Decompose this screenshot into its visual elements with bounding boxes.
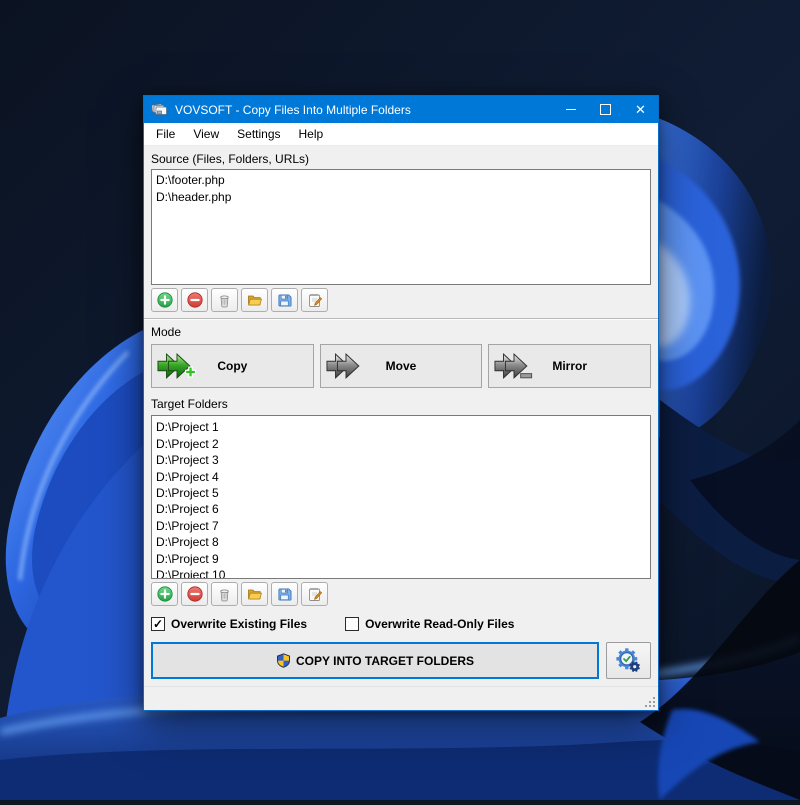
app-window: VOVSOFT - Copy Files Into Multiple Folde…	[143, 95, 659, 711]
target-folder-item[interactable]: D:\Project 10	[156, 567, 646, 579]
notepad-pencil-icon	[307, 586, 323, 602]
action-row: COPY INTO TARGET FOLDERS	[151, 642, 651, 679]
target-clear-button[interactable]	[211, 582, 238, 606]
mode-move-button[interactable]: Move	[320, 344, 483, 388]
maximize-icon	[600, 104, 611, 115]
overwrite-existing-option[interactable]: ✓ Overwrite Existing Files	[151, 617, 307, 631]
target-folder-item[interactable]: D:\Project 4	[156, 469, 646, 485]
target-toolbar	[151, 582, 651, 606]
folder-open-icon	[247, 292, 263, 308]
trash-icon	[217, 293, 232, 308]
target-open-button[interactable]	[241, 582, 268, 606]
trash-icon	[217, 587, 232, 602]
title-bar[interactable]: VOVSOFT - Copy Files Into Multiple Folde…	[144, 96, 658, 123]
target-folder-item[interactable]: D:\Project 6	[156, 501, 646, 517]
close-button[interactable]: ✕	[623, 96, 658, 123]
gear-clock-icon	[615, 647, 642, 674]
source-remove-button[interactable]	[181, 288, 208, 312]
client-area: Source (Files, Folders, URLs) D:\footer.…	[144, 146, 658, 679]
notepad-pencil-icon	[307, 292, 323, 308]
overwrite-existing-label: Overwrite Existing Files	[171, 617, 307, 631]
mirror-arrows-icon	[494, 351, 534, 381]
target-folder-item[interactable]: D:\Project 9	[156, 551, 646, 567]
target-folder-item[interactable]: D:\Project 2	[156, 436, 646, 452]
overwrite-existing-checkbox[interactable]: ✓	[151, 617, 165, 631]
section-divider	[144, 318, 658, 320]
target-folder-item[interactable]: D:\Project 3	[156, 452, 646, 468]
target-folder-item[interactable]: D:\Project 5	[156, 485, 646, 501]
source-label: Source (Files, Folders, URLs)	[151, 152, 651, 166]
minimize-icon	[566, 109, 576, 110]
mode-mirror-button[interactable]: Mirror	[488, 344, 651, 388]
scheduler-settings-button[interactable]	[606, 642, 651, 679]
checkmark-icon: ✓	[153, 618, 163, 630]
target-folder-item[interactable]: D:\Project 8	[156, 534, 646, 550]
menu-settings[interactable]: Settings	[228, 123, 289, 145]
overwrite-readonly-checkbox[interactable]	[345, 617, 359, 631]
menu-view[interactable]: View	[184, 123, 228, 145]
target-folders-label: Target Folders	[151, 397, 651, 411]
source-save-button[interactable]	[271, 288, 298, 312]
app-copy-stack-icon	[151, 102, 168, 117]
source-toolbar	[151, 288, 651, 312]
target-add-button[interactable]	[151, 582, 178, 606]
target-save-button[interactable]	[271, 582, 298, 606]
source-open-button[interactable]	[241, 288, 268, 312]
maximize-button[interactable]	[588, 96, 623, 123]
copy-arrows-icon	[157, 351, 197, 381]
plus-circle-icon	[157, 292, 173, 308]
menu-help[interactable]: Help	[290, 123, 333, 145]
overwrite-readonly-option[interactable]: Overwrite Read-Only Files	[345, 617, 514, 631]
target-folder-item[interactable]: D:\Project 7	[156, 518, 646, 534]
source-edit-button[interactable]	[301, 288, 328, 312]
source-clear-button[interactable]	[211, 288, 238, 312]
minus-circle-icon	[187, 586, 203, 602]
mode-button-group: Copy Move M	[151, 344, 651, 388]
floppy-disk-icon	[277, 293, 292, 308]
uac-shield-icon	[276, 653, 291, 668]
move-arrows-icon	[326, 351, 366, 381]
plus-circle-icon	[157, 586, 173, 602]
copy-into-target-folders-button[interactable]: COPY INTO TARGET FOLDERS	[151, 642, 599, 679]
close-icon: ✕	[635, 103, 646, 116]
resize-grip-icon[interactable]	[643, 695, 656, 708]
window-title: VOVSOFT - Copy Files Into Multiple Folde…	[175, 103, 411, 117]
mode-label: Mode	[151, 325, 651, 339]
source-line[interactable]: D:\header.php	[156, 189, 646, 206]
status-bar	[144, 686, 658, 710]
copy-into-target-folders-label: COPY INTO TARGET FOLDERS	[296, 654, 474, 668]
menu-file[interactable]: File	[147, 123, 184, 145]
target-remove-button[interactable]	[181, 582, 208, 606]
target-edit-button[interactable]	[301, 582, 328, 606]
folder-open-icon	[247, 586, 263, 602]
source-add-button[interactable]	[151, 288, 178, 312]
options-row: ✓ Overwrite Existing Files Overwrite Rea…	[151, 617, 651, 631]
mode-move-label: Move	[386, 359, 417, 373]
mode-copy-button[interactable]: Copy	[151, 344, 314, 388]
source-list[interactable]: D:\footer.php D:\header.php	[151, 169, 651, 285]
floppy-disk-icon	[277, 587, 292, 602]
minus-circle-icon	[187, 292, 203, 308]
overwrite-readonly-label: Overwrite Read-Only Files	[365, 617, 514, 631]
mode-mirror-label: Mirror	[552, 359, 587, 373]
target-folders-list[interactable]: D:\Project 1 D:\Project 2 D:\Project 3 D…	[151, 415, 651, 579]
target-folder-item[interactable]: D:\Project 1	[156, 419, 646, 435]
source-line[interactable]: D:\footer.php	[156, 172, 646, 189]
mode-copy-label: Copy	[217, 359, 247, 373]
menu-bar: File View Settings Help	[144, 123, 658, 146]
minimize-button[interactable]	[553, 96, 588, 123]
